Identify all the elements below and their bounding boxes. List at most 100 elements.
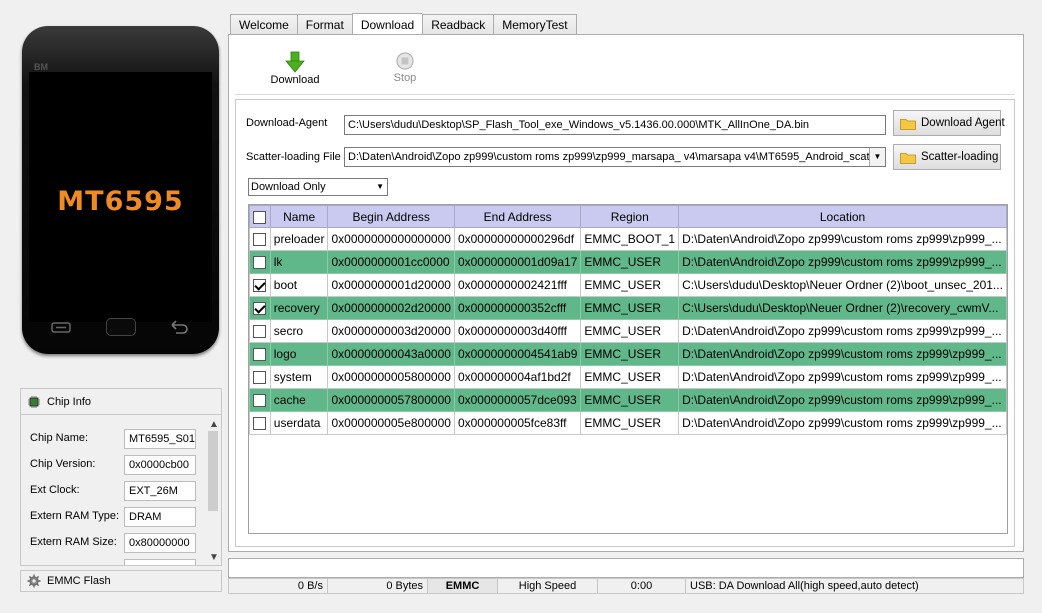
table-row[interactable]: logo 0x00000000043a0000 0x0000000004541ab9… bbox=[249, 342, 1007, 366]
scroll-thumb[interactable] bbox=[208, 431, 218, 511]
chip-row-ram-size: Extern RAM Size: 0x80000000 bbox=[30, 533, 206, 553]
end-address: 0x0000000057dce093 bbox=[453, 388, 582, 412]
download-agent-button[interactable]: Download Agent bbox=[893, 110, 1005, 136]
download-mode-select[interactable]: Download Only ▼ bbox=[248, 178, 388, 196]
chip-version-label: Chip Version: bbox=[30, 458, 96, 470]
phone-chip-text: MT6595 bbox=[57, 186, 184, 217]
chip-info-scrollbar[interactable]: ▲ ▼ bbox=[205, 419, 221, 565]
toolbar: Download Stop bbox=[235, 39, 1015, 95]
row-checkbox-cell[interactable] bbox=[249, 319, 271, 343]
partition-name: logo bbox=[269, 342, 329, 366]
table-row[interactable]: preloader 0x0000000000000000 0x00000000000… bbox=[249, 227, 1007, 251]
tab-bar: Welcome Format Download Readback MemoryT… bbox=[230, 13, 577, 35]
ext-clock-label: Ext Clock: bbox=[30, 484, 80, 496]
checkbox[interactable] bbox=[253, 348, 267, 362]
partition-name: secro bbox=[269, 319, 329, 343]
tab-download[interactable]: Download bbox=[351, 13, 423, 35]
partition-location: D:\Daten\Android\Zopo zp999\custom roms … bbox=[678, 342, 1007, 366]
row-checkbox-cell[interactable] bbox=[249, 273, 271, 297]
checkbox[interactable] bbox=[253, 417, 267, 431]
ram-size-value: 0x80000000 bbox=[124, 533, 196, 553]
end-address: 0x000000005fce83ff bbox=[453, 411, 582, 435]
phone-screen: MT6595 bbox=[29, 72, 212, 322]
row-checkbox-cell[interactable] bbox=[249, 411, 271, 435]
partition-name: cache bbox=[269, 388, 329, 412]
table-row[interactable]: cache 0x0000000057800000 0x0000000057dce09… bbox=[249, 388, 1007, 412]
status-mode: High Speed bbox=[498, 578, 598, 594]
row-checkbox-cell[interactable] bbox=[249, 250, 271, 274]
row-checkbox-cell[interactable] bbox=[249, 365, 271, 389]
chip-partial-value bbox=[124, 559, 196, 565]
table-row[interactable]: recovery 0x0000000002d20000 0x000000000352… bbox=[249, 296, 1007, 320]
table-row[interactable]: lk 0x0000000001cc0000 0x0000000001d09a17 EM… bbox=[249, 250, 1007, 274]
status-bar: 0 B/s 0 Bytes EMMC High Speed 0:00 USB: … bbox=[228, 578, 1024, 594]
checkbox[interactable] bbox=[253, 210, 267, 224]
column-header[interactable]: Location bbox=[678, 205, 1007, 228]
table-row[interactable]: userdata 0x000000005e800000 0x000000005fce… bbox=[249, 411, 1007, 435]
partition-region: EMMC_USER bbox=[580, 250, 680, 274]
begin-address: 0x00000000043a0000 bbox=[327, 342, 455, 366]
column-header[interactable]: Name bbox=[269, 205, 329, 228]
column-header[interactable]: Begin Address bbox=[327, 205, 455, 228]
column-header[interactable]: End Address bbox=[453, 205, 582, 228]
tab-memorytest[interactable]: MemoryTest bbox=[493, 14, 577, 35]
end-address: 0x0000000002421fff bbox=[453, 273, 582, 297]
chip-info-title: Chip Info bbox=[47, 395, 92, 408]
select-all-checkbox[interactable] bbox=[249, 205, 271, 228]
emmc-flash-label: EMMC Flash bbox=[47, 575, 111, 587]
chip-info-header[interactable]: Chip Info bbox=[21, 389, 221, 415]
chip-row-ext-clock: Ext Clock: EXT_26M bbox=[30, 481, 206, 501]
chevron-down-icon[interactable]: ▼ bbox=[869, 148, 885, 166]
row-checkbox-cell[interactable] bbox=[249, 342, 271, 366]
table-row[interactable]: secro 0x0000000003d20000 0x0000000003d40ff… bbox=[249, 319, 1007, 343]
table-row[interactable]: system 0x0000000005800000 0x000000004af1bd… bbox=[249, 365, 1007, 389]
checkbox[interactable] bbox=[253, 371, 267, 385]
partition-name: lk bbox=[269, 250, 329, 274]
tab-format[interactable]: Format bbox=[296, 14, 352, 35]
partition-name: preloader bbox=[269, 227, 329, 251]
checkbox[interactable] bbox=[253, 394, 267, 408]
tab-readback[interactable]: Readback bbox=[422, 14, 494, 35]
download-arrow-icon bbox=[285, 51, 305, 73]
begin-address: 0x0000000001cc0000 bbox=[327, 250, 455, 274]
chip-info-body: Chip Name: MT6595_S01 Chip Version: 0x00… bbox=[21, 419, 207, 565]
scroll-up-icon[interactable]: ▲ bbox=[209, 419, 219, 430]
scatter-label: Scatter-loading File bbox=[246, 151, 341, 163]
tab-welcome[interactable]: Welcome bbox=[230, 14, 297, 35]
end-address: 0x00000000000296df bbox=[453, 227, 582, 251]
download-agent-button-label: Download Agent bbox=[921, 117, 1005, 129]
phone-image: BM MT6595 bbox=[22, 26, 219, 354]
checkbox[interactable] bbox=[253, 302, 267, 316]
partition-region: EMMC_USER bbox=[580, 388, 680, 412]
status-bytes: 0 Bytes bbox=[328, 578, 428, 594]
ext-clock-value: EXT_26M bbox=[124, 481, 196, 501]
checkbox[interactable] bbox=[253, 325, 267, 339]
row-checkbox-cell[interactable] bbox=[249, 296, 271, 320]
checkbox[interactable] bbox=[253, 233, 267, 247]
column-header[interactable]: Region bbox=[580, 205, 680, 228]
end-address: 0x000000000352cfff bbox=[453, 296, 582, 320]
download-button[interactable]: Download bbox=[265, 51, 325, 86]
chevron-down-icon[interactable]: ▼ bbox=[376, 182, 384, 191]
chip-row-ram-type: Extern RAM Type: DRAM bbox=[30, 507, 206, 527]
phone-home-icon bbox=[106, 318, 136, 336]
row-checkbox-cell[interactable] bbox=[249, 227, 271, 251]
phone-menu-icon bbox=[50, 318, 72, 336]
scatter-loading-button[interactable]: Scatter-loading bbox=[893, 144, 1001, 170]
stop-button[interactable]: Stop bbox=[385, 51, 425, 84]
download-agent-path-input[interactable]: C:\Users\dudu\Desktop\SP_Flash_Tool_exe_… bbox=[344, 115, 886, 135]
ram-type-value: DRAM bbox=[124, 507, 196, 527]
scatter-path-select[interactable]: D:\Daten\Android\Zopo zp999\custom roms … bbox=[344, 147, 886, 167]
download-mode-value: Download Only bbox=[251, 181, 326, 193]
partition-name: userdata bbox=[269, 411, 329, 435]
checkbox[interactable] bbox=[253, 279, 267, 293]
chip-info-panel: Chip Info Chip Name: MT6595_S01 Chip Ver… bbox=[20, 388, 222, 566]
emmc-flash-panel[interactable]: EMMC Flash bbox=[20, 570, 222, 592]
partition-region: EMMC_USER bbox=[580, 411, 680, 435]
table-row[interactable]: boot 0x0000000001d20000 0x0000000002421fff… bbox=[249, 273, 1007, 297]
checkbox[interactable] bbox=[253, 256, 267, 270]
end-address: 0x0000000003d40fff bbox=[453, 319, 582, 343]
row-checkbox-cell[interactable] bbox=[249, 388, 271, 412]
scroll-down-icon[interactable]: ▼ bbox=[209, 552, 219, 563]
partition-name: recovery bbox=[269, 296, 329, 320]
